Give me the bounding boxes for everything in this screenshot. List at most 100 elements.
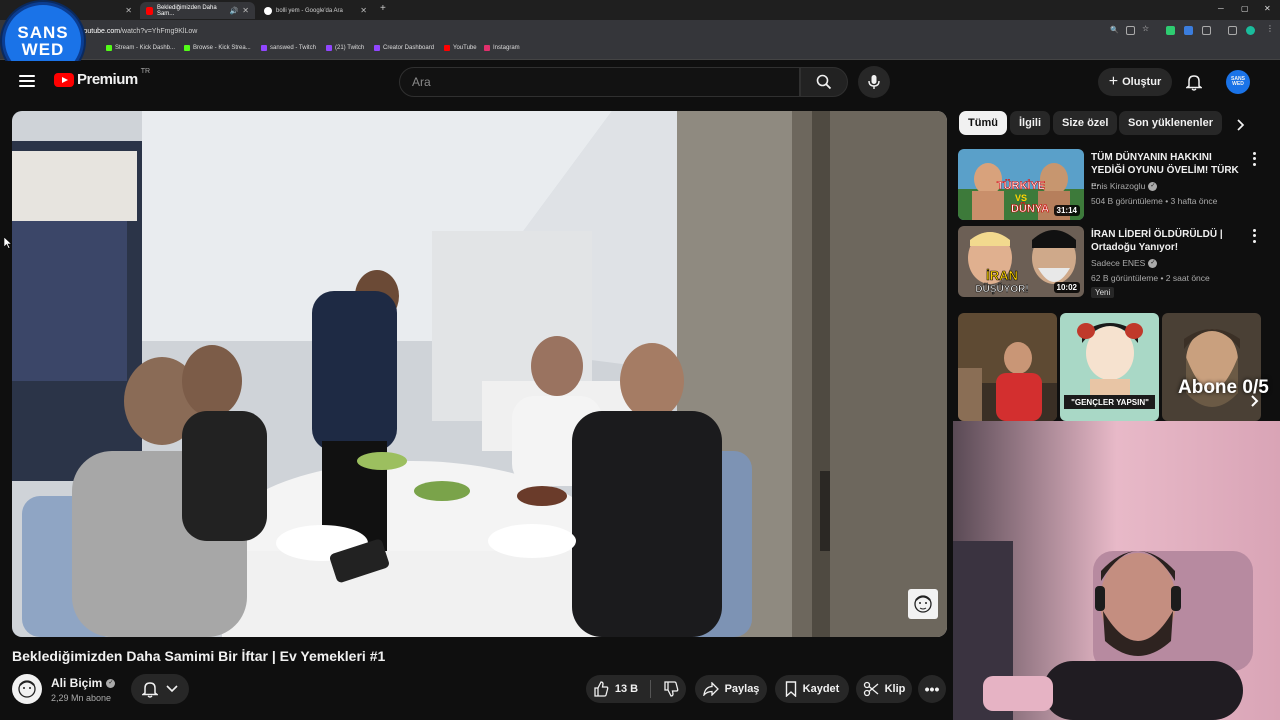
short-thumbnail[interactable]: [958, 313, 1057, 421]
kebab-menu-icon[interactable]: [1248, 151, 1260, 167]
maximize-icon[interactable]: ▢: [1241, 4, 1249, 13]
share-label: Paylaş: [724, 683, 760, 695]
chip-for-you[interactable]: Size özel: [1053, 111, 1118, 135]
video-duration: 31:14: [1053, 205, 1080, 216]
bookmark-item[interactable]: Creator Dashboard: [374, 45, 434, 51]
save-button[interactable]: Kaydet: [775, 675, 849, 703]
chip-recent[interactable]: Son yüklenenler: [1119, 111, 1222, 135]
clip-label: Klip: [884, 683, 906, 695]
microphone-icon: [868, 75, 880, 89]
bookmark-item[interactable]: Instagram: [484, 45, 520, 51]
logo-text: Premium: [77, 71, 138, 88]
bookmark-item[interactable]: (21) Twitch: [326, 45, 364, 51]
cast-icon[interactable]: [1126, 26, 1135, 35]
short-thumbnail[interactable]: "GENÇLER YAPSIN": [1060, 313, 1159, 421]
twitch-icon: [261, 45, 267, 51]
close-window-icon[interactable]: ✕: [1264, 4, 1271, 13]
thumb-text-2: VS: [1015, 193, 1027, 203]
chips-next-button[interactable]: [1232, 116, 1250, 134]
speaker-icon[interactable]: 🔊: [230, 7, 239, 15]
kick-icon: [184, 45, 190, 51]
thumbs-up-icon[interactable]: [593, 681, 609, 697]
recommendation-thumbnail[interactable]: TÜRKİYE VS DÜNYA 31:14: [958, 149, 1084, 220]
short-thumbnail[interactable]: [1162, 313, 1261, 421]
avatar-line2: WED: [1232, 81, 1244, 87]
profile-icon[interactable]: [1246, 26, 1255, 35]
search-button[interactable]: [800, 67, 848, 97]
kick-icon: [106, 45, 112, 51]
bookmark-label: sanswed - Twitch: [270, 45, 316, 51]
more-horizontal-icon: •••: [924, 681, 940, 697]
recommendation-channel[interactable]: Enis Kirazoglu ✓: [1091, 181, 1158, 191]
minimize-icon[interactable]: ─: [1218, 4, 1224, 13]
notifications-button[interactable]: [1182, 70, 1206, 94]
bookmark-star-icon[interactable]: ☆: [1142, 24, 1151, 33]
browser-tab-active[interactable]: Beklediğimizden Daha Sam... 🔊 ✕: [140, 2, 255, 19]
video-duration: 10:02: [1053, 282, 1080, 293]
video-player[interactable]: [12, 111, 947, 637]
like-count[interactable]: 13 B: [615, 683, 638, 695]
zoom-icon[interactable]: 🔍: [1110, 26, 1119, 35]
tab-close-icon[interactable]: ✕: [360, 6, 367, 15]
short-image: [1162, 313, 1261, 421]
extension-icon[interactable]: [1184, 26, 1193, 35]
youtube-favicon-icon: [146, 6, 153, 15]
channel-name[interactable]: Ali Biçim ✓: [51, 676, 116, 690]
webcam-overlay: [953, 421, 1280, 720]
url-field[interactable]: youtube.com/watch?v=YhFmg9KlLow: [80, 24, 1120, 38]
kebab-menu-icon[interactable]: [1248, 228, 1260, 244]
recommendation-thumbnail[interactable]: İRAN DÜŞÜYOR! 10:02: [958, 226, 1084, 297]
youtube-premium-logo[interactable]: Premium TR: [54, 68, 150, 88]
browser-menu-icon[interactable]: ⋮: [1266, 24, 1275, 33]
save-label: Kaydet: [802, 683, 840, 695]
webcam-feed: [953, 421, 1280, 720]
extensions-puzzle-icon[interactable]: [1202, 26, 1211, 35]
subscription-bell-button[interactable]: [131, 674, 189, 704]
youtube-play-icon: [54, 72, 74, 87]
mouse-cursor-icon: [4, 237, 12, 249]
extension-icon[interactable]: [1166, 26, 1175, 35]
verified-icon: ✓: [1148, 258, 1158, 268]
more-actions-button[interactable]: •••: [918, 675, 946, 703]
tab-close-icon[interactable]: ✕: [125, 6, 132, 15]
channel-watermark[interactable]: [908, 589, 938, 619]
thumbs-down-icon[interactable]: [663, 681, 679, 697]
bell-icon: [1186, 75, 1202, 91]
like-dislike-group: 13 B: [586, 675, 686, 703]
tab-close-icon[interactable]: ✕: [242, 6, 249, 15]
thumb-text-1: İRAN: [986, 268, 1018, 283]
bookmark-item[interactable]: sanswed - Twitch: [261, 45, 316, 51]
voice-search-button[interactable]: [858, 66, 890, 98]
create-button[interactable]: + Oluştur: [1098, 68, 1172, 96]
share-icon: [702, 682, 719, 696]
bookmark-item[interactable]: Browse - Kick Strea...: [184, 45, 251, 51]
sidebar-icon[interactable]: [1228, 26, 1237, 35]
youtube-icon: [444, 45, 450, 51]
account-avatar[interactable]: SANS WED: [1226, 70, 1250, 94]
browser-tab[interactable]: bolli yem - Google'da Ara ✕: [258, 2, 373, 19]
recommendation-channel[interactable]: Sadece ENES ✓: [1091, 258, 1158, 268]
clip-button[interactable]: Klip: [856, 675, 912, 703]
bookmark-item[interactable]: Stream - Kick Dashb...: [106, 45, 175, 51]
bookmark-item[interactable]: YouTube: [444, 45, 477, 51]
hamburger-menu-icon[interactable]: [18, 72, 36, 90]
chip-related[interactable]: İlgili: [1010, 111, 1050, 135]
new-badge: Yeni: [1091, 287, 1115, 298]
search-input[interactable]: Ara: [399, 67, 800, 97]
recommendation-title[interactable]: İRAN LİDERİ ÖLDÜRÜLDÜ | Ortadoğu Yanıyor…: [1091, 228, 1246, 254]
shorts-next-icon[interactable]: [1250, 394, 1260, 408]
plus-icon: +: [1108, 73, 1119, 90]
browser-tab-bar: ✕ Beklediğimizden Daha Sam... 🔊 ✕ bolli …: [0, 0, 1280, 20]
bookmark-label: (21) Twitch: [335, 45, 365, 51]
share-button[interactable]: Paylaş: [695, 675, 767, 703]
divider: [650, 680, 652, 698]
video-title: Beklediğimizden Daha Samimi Bir İftar | …: [12, 648, 386, 664]
recommendation-item[interactable]: TÜRKİYE VS DÜNYA 31:14 TÜM DÜNYANIN HAKK…: [958, 149, 1268, 221]
chevron-down-icon: [166, 685, 178, 693]
recommendation-item[interactable]: İRAN DÜŞÜYOR! 10:02 İRAN LİDERİ ÖLDÜRÜLD…: [958, 226, 1268, 298]
instagram-icon: [484, 45, 490, 51]
new-tab-button[interactable]: +: [380, 3, 386, 14]
channel-avatar[interactable]: [12, 674, 42, 704]
shorts-shelf: "GENÇLER YAPSIN": [958, 313, 1280, 421]
chip-all[interactable]: Tümü: [959, 111, 1007, 135]
